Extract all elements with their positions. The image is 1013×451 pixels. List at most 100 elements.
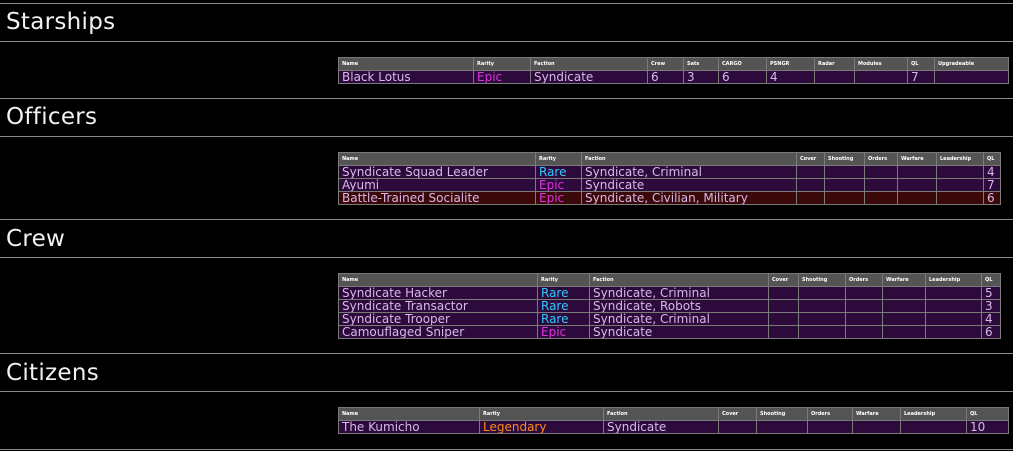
divider xyxy=(0,391,1013,392)
section-title-citizens: Citizens xyxy=(6,360,100,386)
rarity-cell: Rare xyxy=(537,299,590,313)
column-header[interactable]: Name xyxy=(338,152,536,166)
column-header[interactable]: QL xyxy=(981,273,1001,287)
warfare-cell xyxy=(897,191,937,205)
ql-cell: 4 xyxy=(983,165,1001,179)
warfare-cell xyxy=(882,286,926,300)
column-header[interactable]: CARGO xyxy=(718,57,767,71)
faction-cell: Syndicate, Civilian, Military xyxy=(581,191,797,205)
column-header[interactable]: Leadership xyxy=(925,273,982,287)
column-header[interactable]: Warfare xyxy=(882,273,926,287)
warfare-cell xyxy=(882,325,926,339)
rarity-cell: Rare xyxy=(537,286,590,300)
column-header[interactable]: Cover xyxy=(718,407,757,421)
cover-cell xyxy=(768,286,799,300)
column-header[interactable]: Crew xyxy=(647,57,684,71)
name-cell[interactable]: Ayumi xyxy=(338,178,536,192)
name-cell[interactable]: Syndicate Transactor xyxy=(338,299,538,313)
column-header[interactable]: Name xyxy=(338,407,480,421)
name-cell[interactable]: Syndicate Trooper xyxy=(338,312,538,326)
warfare-cell xyxy=(897,165,937,179)
rarity-cell: Epic xyxy=(535,191,582,205)
shooting-cell xyxy=(798,286,846,300)
shooting-cell xyxy=(824,165,865,179)
name-cell[interactable]: Black Lotus xyxy=(338,70,474,84)
rarity-cell: Legendary xyxy=(479,420,604,434)
orders-cell xyxy=(864,178,898,192)
shooting-cell xyxy=(798,299,846,313)
radar-cell xyxy=(814,70,855,84)
column-header[interactable]: Leadership xyxy=(900,407,967,421)
column-header[interactable]: Name xyxy=(338,57,474,71)
column-header[interactable]: Cover xyxy=(796,152,825,166)
column-header[interactable]: QL xyxy=(907,57,935,71)
column-header[interactable]: Sats xyxy=(683,57,719,71)
column-header[interactable]: Orders xyxy=(807,407,853,421)
name-cell[interactable]: The Kumicho xyxy=(338,420,480,434)
name-cell[interactable]: Syndicate Hacker xyxy=(338,286,538,300)
column-header[interactable]: Upgradeable xyxy=(934,57,1009,71)
column-header[interactable]: QL xyxy=(983,152,1001,166)
column-header[interactable]: PSNGR xyxy=(766,57,815,71)
leadership-cell xyxy=(925,325,982,339)
faction-cell: Syndicate xyxy=(603,420,719,434)
modules-cell xyxy=(854,70,908,84)
column-header[interactable]: Name xyxy=(338,273,538,287)
faction-cell: Syndicate, Criminal xyxy=(581,165,797,179)
column-header[interactable]: QL xyxy=(966,407,1009,421)
column-header[interactable]: Leadership xyxy=(936,152,984,166)
table-row[interactable]: Black Lotus Epic Syndicate 6 3 6 4 7 xyxy=(338,70,1009,84)
divider xyxy=(0,136,1013,137)
divider xyxy=(0,219,1013,220)
upgradeable-cell xyxy=(934,70,1009,84)
column-header[interactable]: Rarity xyxy=(473,57,531,71)
officers-table: Name Rarity Faction Cover Shooting Order… xyxy=(338,152,1001,205)
column-header[interactable]: Faction xyxy=(603,407,719,421)
table-header-row: Name Rarity Faction Cover Shooting Order… xyxy=(338,407,1009,421)
column-header[interactable]: Radar xyxy=(814,57,855,71)
column-header[interactable]: Rarity xyxy=(537,273,590,287)
shooting-cell xyxy=(824,191,865,205)
table-row[interactable]: Battle-Trained Socialite Epic Syndicate,… xyxy=(338,191,1001,205)
leadership-cell xyxy=(936,178,984,192)
table-row[interactable]: Syndicate Squad Leader Rare Syndicate, C… xyxy=(338,165,1001,179)
column-header[interactable]: Warfare xyxy=(852,407,901,421)
orders-cell xyxy=(807,420,853,434)
divider xyxy=(0,353,1013,354)
table-row[interactable]: Syndicate Hacker Rare Syndicate, Crimina… xyxy=(338,286,1001,300)
cover-cell xyxy=(768,312,799,326)
column-header[interactable]: Orders xyxy=(864,152,898,166)
column-header[interactable]: Rarity xyxy=(535,152,582,166)
table-row[interactable]: The Kumicho Legendary Syndicate 10 xyxy=(338,420,1009,434)
name-cell[interactable]: Battle-Trained Socialite xyxy=(338,191,536,205)
table-row[interactable]: Syndicate Transactor Rare Syndicate, Rob… xyxy=(338,299,1001,313)
table-row[interactable]: Ayumi Epic Syndicate 7 xyxy=(338,178,1001,192)
leadership-cell xyxy=(925,312,982,326)
column-header[interactable]: Faction xyxy=(581,152,797,166)
column-header[interactable]: Warfare xyxy=(897,152,937,166)
table-header-row: Name Rarity Faction Crew Sats CARGO PSNG… xyxy=(338,57,1009,71)
column-header[interactable]: Shooting xyxy=(756,407,808,421)
shooting-cell xyxy=(798,312,846,326)
divider xyxy=(0,257,1013,258)
shooting-cell xyxy=(824,178,865,192)
warfare-cell xyxy=(882,312,926,326)
column-header[interactable]: Modules xyxy=(854,57,908,71)
column-header[interactable]: Faction xyxy=(530,57,648,71)
table-row[interactable]: Camouflaged Sniper Epic Syndicate 6 xyxy=(338,325,1001,339)
column-header[interactable]: Shooting xyxy=(824,152,865,166)
orders-cell xyxy=(864,191,898,205)
shooting-cell xyxy=(798,325,846,339)
name-cell[interactable]: Camouflaged Sniper xyxy=(338,325,538,339)
section-title-officers: Officers xyxy=(6,104,98,130)
cover-cell xyxy=(768,325,799,339)
column-header[interactable]: Faction xyxy=(589,273,769,287)
column-header[interactable]: Orders xyxy=(845,273,883,287)
name-cell[interactable]: Syndicate Squad Leader xyxy=(338,165,536,179)
column-header[interactable]: Rarity xyxy=(479,407,604,421)
table-row[interactable]: Syndicate Trooper Rare Syndicate, Crimin… xyxy=(338,312,1001,326)
column-header[interactable]: Shooting xyxy=(798,273,846,287)
rarity-cell: Epic xyxy=(473,70,531,84)
column-header[interactable]: Cover xyxy=(768,273,799,287)
cover-cell xyxy=(718,420,757,434)
